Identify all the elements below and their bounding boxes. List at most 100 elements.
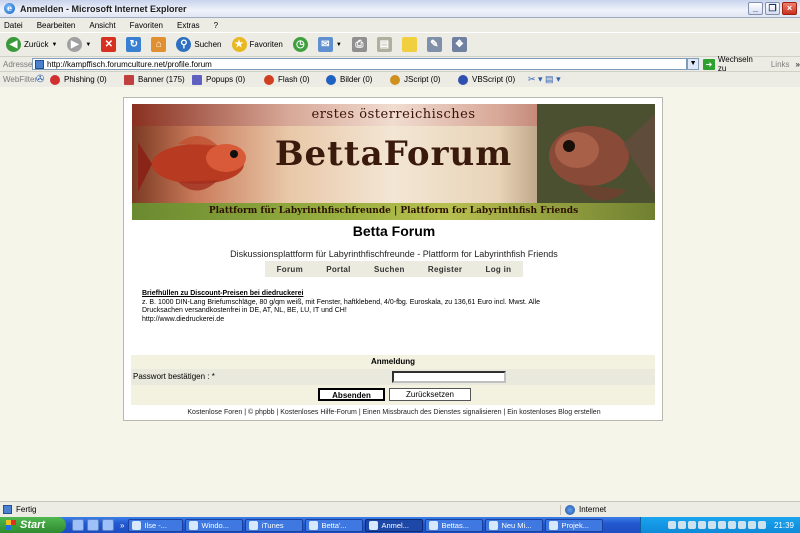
page-icon	[35, 59, 44, 69]
refresh-button[interactable]: ↻	[123, 37, 144, 52]
nav-portal[interactable]: Portal	[326, 265, 350, 274]
menu-bearbeiten[interactable]: Bearbeiten	[37, 21, 76, 30]
task-button-2[interactable]: Windo...	[185, 518, 244, 532]
login-button-row: Absenden Zurücksetzen	[131, 385, 655, 405]
forum-description: Diskussionsplattform für Labyrinthfischf…	[230, 249, 558, 259]
tray-icon[interactable]	[717, 521, 726, 529]
discuss-button[interactable]	[399, 37, 420, 52]
ie-logo-icon: e	[4, 3, 15, 14]
minimize-button[interactable]: _	[748, 2, 763, 15]
go-arrow-icon: ➜	[703, 58, 715, 70]
stop-button[interactable]: ✕	[98, 37, 119, 52]
tray-icon[interactable]	[757, 521, 766, 529]
messenger-icon: ❖	[451, 37, 467, 52]
tray-icon[interactable]	[697, 521, 706, 529]
task-icon	[369, 520, 379, 530]
forum-footer-links[interactable]: Kostenlose Foren | © phpbb | Kostenloses…	[124, 409, 664, 416]
quick-launch	[72, 519, 114, 531]
quicklaunch-more-icon[interactable]: »	[120, 521, 124, 530]
address-input[interactable]: http://kampffisch.forumculture.net/profi…	[32, 58, 688, 70]
mail-button[interactable]: ✉ ▼	[315, 37, 345, 52]
links-label[interactable]: Links	[771, 60, 790, 69]
task-button-7[interactable]: Neu Mi...	[485, 518, 544, 532]
stop-icon: ✕	[101, 37, 117, 52]
edit-button[interactable]: ▤	[374, 37, 395, 52]
favorites-button[interactable]: ★ Favoriten	[229, 37, 286, 52]
tray-icon[interactable]	[707, 521, 716, 529]
filter-jscript[interactable]: JScript (0)	[390, 74, 458, 85]
advertisement: Briefhüllen zu Discount-Preisen bei died…	[142, 290, 652, 324]
settings-icon[interactable]: ✂ ▾ ▤ ▾	[528, 74, 561, 85]
webfilter-tool-icon[interactable]: ✇	[36, 74, 50, 85]
menu-extras[interactable]: Extras	[177, 21, 200, 30]
menu-ansicht[interactable]: Ansicht	[89, 21, 115, 30]
back-dropdown-icon: ▼	[51, 41, 58, 48]
menu-bar: Datei Bearbeiten Ansicht Favoriten Extra…	[0, 18, 800, 32]
search-button[interactable]: ⚲ Suchen	[173, 37, 224, 52]
filter-popups[interactable]: Popups (0)	[192, 74, 264, 85]
windows-logo-icon	[6, 520, 16, 530]
task-button-5-active[interactable]: Anmel...	[365, 518, 424, 532]
tray-icon[interactable]	[727, 521, 736, 529]
tray-icon[interactable]	[667, 521, 676, 529]
nav-search[interactable]: Suchen	[374, 265, 405, 274]
nav-register[interactable]: Register	[428, 265, 462, 274]
menu-help[interactable]: ?	[214, 21, 218, 30]
task-button-1[interactable]: Ilse -...	[128, 518, 184, 532]
tray-icon[interactable]	[677, 521, 686, 529]
reset-button[interactable]: Zurücksetzen	[389, 388, 471, 401]
task-button-3[interactable]: iTunes	[245, 518, 304, 532]
task-icon	[189, 520, 199, 530]
messenger-button[interactable]: ❖	[449, 37, 470, 52]
home-button[interactable]: ⌂	[148, 37, 169, 52]
tray-icon[interactable]	[747, 521, 756, 529]
banner-icon	[124, 74, 134, 85]
status-bar: Fertig Internet	[0, 501, 800, 517]
filter-phishing[interactable]: Phishing (0)	[50, 74, 124, 85]
menu-favoriten[interactable]: Favoriten	[130, 21, 163, 30]
menu-datei[interactable]: Datei	[4, 21, 23, 30]
filter-images[interactable]: Bilder (0)	[326, 74, 390, 85]
print-button[interactable]: ⎙	[349, 37, 370, 52]
filter-flash[interactable]: Flash (0)	[264, 74, 326, 85]
tray-icon[interactable]	[687, 521, 696, 529]
tray-icon[interactable]	[737, 521, 746, 529]
task-button-6[interactable]: Bettas...	[425, 518, 484, 532]
address-dropdown[interactable]: ▼	[687, 58, 700, 70]
maximize-button[interactable]: ❐	[765, 2, 780, 15]
filter-vbscript[interactable]: VBScript (0)	[458, 74, 528, 85]
flash-icon	[264, 74, 274, 85]
ad-headline-link[interactable]: Briefhüllen zu Discount-Preisen bei died…	[142, 290, 652, 299]
start-button[interactable]: Start	[0, 517, 66, 533]
back-arrow-icon: ◀	[6, 37, 21, 52]
task-icon	[489, 520, 499, 530]
back-button[interactable]: ◀ Zurück ▼	[3, 37, 60, 52]
task-icon	[429, 520, 439, 530]
nav-forum[interactable]: Forum	[277, 265, 303, 274]
taskbar: Start » Ilse -... Windo... iTunes Betta'…	[0, 517, 800, 533]
forward-arrow-icon: ▶	[67, 37, 83, 52]
forum-banner[interactable]: erstes österreichisches BettaForum Platt…	[132, 104, 655, 220]
nav-login[interactable]: Log in	[486, 265, 512, 274]
page-viewport: erstes österreichisches BettaForum Platt…	[0, 87, 800, 501]
password-confirm-input[interactable]	[392, 371, 506, 383]
filter-banner[interactable]: Banner (175)	[124, 74, 192, 85]
chevron-right-icon[interactable]: »	[796, 60, 800, 69]
task-button-8[interactable]: Projek...	[545, 518, 604, 532]
quicklaunch-ie-icon[interactable]	[87, 519, 99, 531]
submit-button[interactable]: Absenden	[318, 388, 385, 401]
ad-url[interactable]: http://www.diedruckerei.de	[142, 316, 652, 325]
mail-dropdown-icon: ▼	[335, 41, 342, 48]
favorites-label: Favoriten	[249, 40, 283, 49]
forward-button[interactable]: ▶ ▼	[64, 37, 94, 52]
history-button[interactable]: ◷	[290, 37, 311, 52]
close-button[interactable]: ×	[782, 2, 797, 15]
popup-icon	[192, 74, 202, 85]
research-button[interactable]: ✎	[424, 37, 445, 52]
task-button-4[interactable]: Betta'...	[305, 518, 364, 532]
clock[interactable]: 21:39	[774, 521, 794, 530]
quicklaunch-app-icon[interactable]	[72, 519, 84, 531]
image-icon	[326, 74, 336, 85]
address-url: http://kampffisch.forumculture.net/profi…	[47, 59, 212, 69]
quicklaunch-media-icon[interactable]	[102, 519, 114, 531]
